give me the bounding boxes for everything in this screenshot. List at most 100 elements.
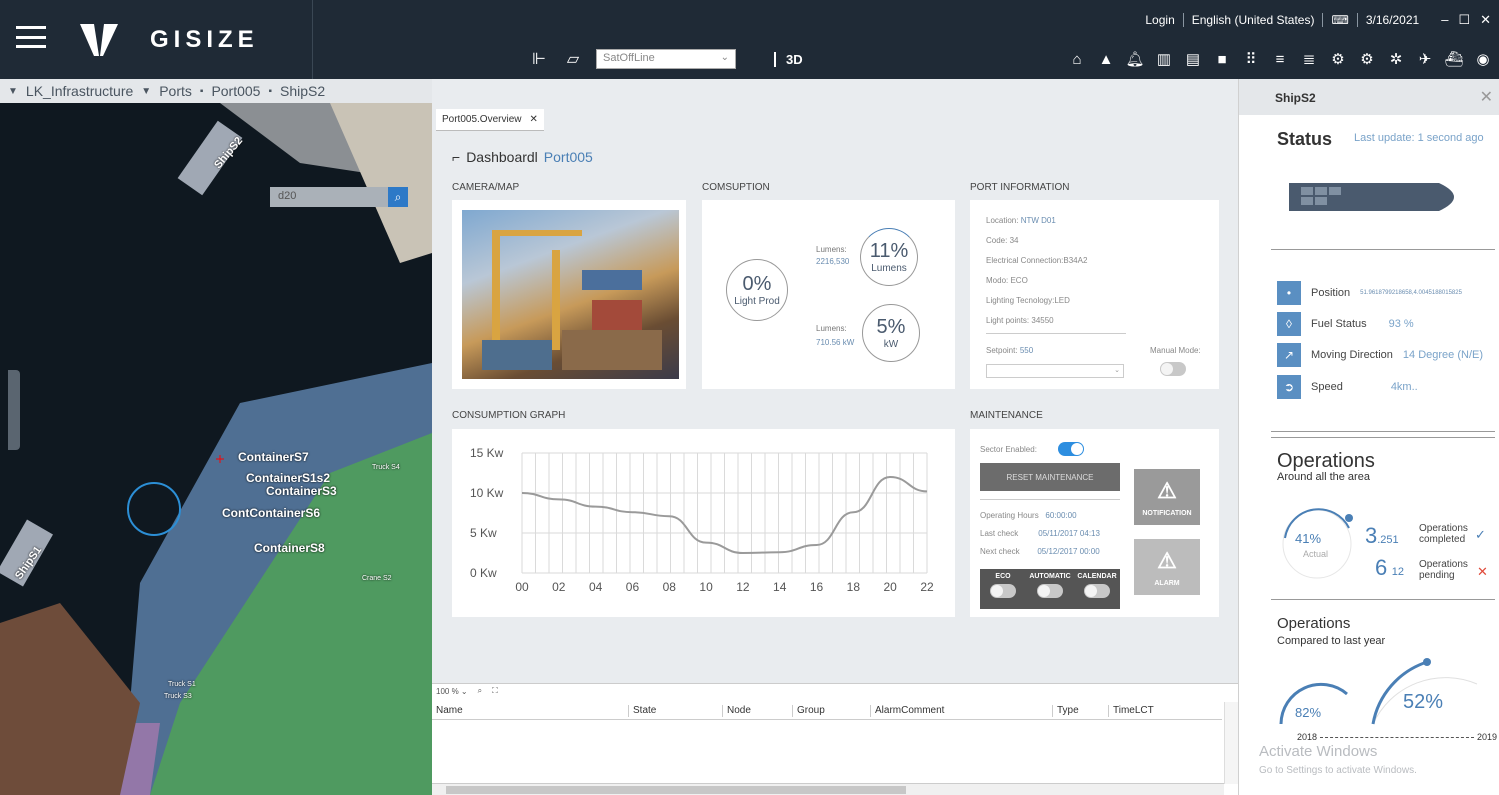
port-camera-image[interactable] — [462, 210, 679, 379]
comparison-gauges — [1279, 658, 1478, 725]
dashboard-area: Port005.Overview ✕ ⌐ Dashboardl Port005 … — [432, 103, 1238, 795]
list-icon[interactable]: ≣ — [1299, 49, 1319, 69]
setpoint-select[interactable]: ⌄ — [986, 364, 1124, 378]
lumens-gauge: 11% Lumens — [860, 228, 918, 286]
breadcrumb-item[interactable]: Port005 — [211, 83, 260, 99]
close-tab-icon[interactable]: ✕ — [529, 114, 537, 125]
app-window: GISIZE Login English (United States) ⌨ 3… — [0, 0, 1499, 795]
map-label[interactable]: ContainerS1s2 — [246, 471, 330, 485]
satellite-map[interactable]: ShipS2 ShipS1 ContainerS7 ContainerS1s2 … — [0, 103, 432, 795]
pct-2018: 82% — [1295, 705, 1322, 720]
breadcrumb: ▼ LK_Infrastructure ▼ Ports ▪ Port005 ▪ … — [0, 79, 432, 103]
section-port-info-label: PORT INFORMATION — [970, 182, 1070, 193]
ship-icon[interactable]: ⛴ — [1444, 49, 1464, 69]
breadcrumb-item[interactable]: Ports — [159, 83, 192, 99]
speed-icon: ➲ — [1277, 375, 1301, 399]
eco-toggle[interactable] — [990, 584, 1016, 598]
minimize-icon[interactable]: – — [1441, 12, 1448, 28]
ops-completed-label: Operations completed — [1419, 523, 1468, 545]
consumption-card: 0% Light Prod Lumens: 2216,530 11% Lumen… — [702, 200, 955, 389]
breadcrumb-item[interactable]: LK_Infrastructure — [26, 83, 133, 99]
column-header[interactable]: AlarmComment — [870, 705, 944, 717]
map-label[interactable]: Truck S4 — [372, 464, 400, 471]
login-link[interactable]: Login — [1145, 13, 1174, 27]
last-update-label: Last update: 1 second ago — [1354, 132, 1484, 144]
manual-mode-label: Manual Mode: — [1150, 346, 1201, 355]
map-label[interactable]: Truck S3 — [164, 693, 192, 700]
section-graph-label: CONSUMPTION GRAPH — [452, 410, 566, 421]
warning-icon[interactable]: ▲ — [1096, 49, 1116, 69]
code-row: Code: 34 — [986, 236, 1019, 245]
calendar-mode: CALENDAR — [1074, 569, 1120, 609]
column-header[interactable]: State — [628, 705, 656, 717]
gear-icon[interactable]: ✲ — [1386, 49, 1406, 69]
notification-button[interactable]: ⚠ NOTIFICATION — [1134, 469, 1200, 525]
breadcrumb-item[interactable]: ShipS2 — [280, 83, 325, 99]
map-label[interactable]: ContainerS7 — [238, 450, 309, 464]
user-icon[interactable]: ◉ — [1473, 49, 1493, 69]
reset-maintenance-button[interactable]: RESET MAINTENANCE — [980, 463, 1120, 491]
keyboard-icon[interactable]: ⌨ — [1331, 13, 1348, 27]
chevron-down-icon[interactable]: ▼ — [141, 86, 151, 97]
bell-icon[interactable]: 🔔︎ — [1125, 49, 1145, 69]
chart-line-icon: ⌐ — [452, 149, 461, 165]
warning-icon: ⚠ — [1157, 548, 1177, 573]
operating-hours-row: Operating Hours 60:00:00 — [980, 511, 1077, 520]
close-window-icon[interactable]: ✕ — [1480, 12, 1491, 28]
search-icon[interactable]: ⌕ — [388, 187, 408, 207]
x-tick-label: 06 — [626, 580, 640, 594]
map-label[interactable]: ContainerS3 — [266, 484, 337, 498]
map-label[interactable]: ContContainerS6 — [222, 506, 320, 520]
plane-icon[interactable]: ✈ — [1415, 49, 1435, 69]
maximize-icon[interactable]: ☐ — [1458, 12, 1470, 28]
chevron-down-icon[interactable]: ▼ — [8, 86, 18, 97]
section-camera-label: CAMERA/MAP — [452, 182, 520, 193]
grid-vertical-scrollbar[interactable] — [1224, 702, 1238, 784]
map-label[interactable]: Truck S1 — [168, 681, 196, 688]
manual-mode-toggle[interactable] — [1160, 362, 1186, 376]
kw-gauge: 5% kW — [862, 304, 920, 362]
grid-horizontal-scrollbar[interactable] — [432, 783, 1224, 795]
close-icon[interactable]: ✕ — [1480, 87, 1493, 107]
column-header[interactable]: Name — [432, 705, 463, 717]
camera-icon[interactable]: ■ — [1212, 49, 1232, 69]
lumens-value-1: 2216,530 — [816, 257, 850, 266]
map-label[interactable]: ContainerS8 — [254, 541, 325, 555]
map-label[interactable]: Crane S2 — [362, 575, 392, 582]
column-header[interactable]: Type — [1052, 705, 1079, 717]
view-3d-button[interactable]: 3D — [774, 51, 803, 67]
home-icon[interactable]: ⌂ — [1067, 49, 1087, 69]
zoom-icon[interactable]: ⌕ — [478, 686, 482, 696]
clipboard-icon[interactable]: ▤ — [1183, 49, 1203, 69]
electrical-row: Electrical Connection:B34A2 — [986, 256, 1088, 265]
sector-enabled-label: Sector Enabled: — [980, 445, 1037, 454]
fit-icon[interactable]: ⛶ — [492, 686, 498, 696]
grid-icon[interactable]: ⠿ — [1241, 49, 1261, 69]
zoom-select[interactable]: 100 % ⌄ — [436, 687, 468, 696]
alarm-button[interactable]: ⚠ ALARM — [1134, 539, 1200, 595]
column-header[interactable]: Group — [792, 705, 825, 717]
gear-location-icon[interactable]: ⚙ — [1357, 49, 1377, 69]
operations-heading: Operations — [1277, 450, 1375, 472]
column-header[interactable]: Node — [722, 705, 751, 717]
list-add-icon[interactable]: ≡ — [1270, 49, 1290, 69]
column-header[interactable]: TimeLCT — [1108, 705, 1154, 717]
gear-3d-icon[interactable]: ⚙ — [1328, 49, 1348, 69]
map-source-select[interactable]: SatOffLine ⌄ — [596, 49, 736, 69]
top-bar: GISIZE Login English (United States) ⌨ 3… — [0, 0, 1499, 79]
calendar-toggle[interactable] — [1084, 584, 1110, 598]
language-select[interactable]: English (United States) — [1192, 13, 1315, 27]
report-icon[interactable]: ▥ — [1154, 49, 1174, 69]
automatic-toggle[interactable] — [1037, 584, 1063, 598]
layer-icon[interactable]: ▱ — [562, 48, 584, 70]
cross-icon: ✕ — [1477, 564, 1488, 579]
tree-icon[interactable]: ⊩ — [528, 48, 550, 70]
panel-drag-handle[interactable] — [8, 370, 20, 450]
x-tick-label: 12 — [736, 580, 750, 594]
ops-pending-count: 6 12 — [1375, 555, 1404, 580]
direction-icon: ↗ — [1277, 343, 1301, 367]
menu-icon[interactable] — [16, 26, 46, 48]
sector-enabled-toggle[interactable] — [1058, 442, 1084, 456]
panel-header: ShipS2 ✕ — [1239, 79, 1499, 115]
tab-port-overview[interactable]: Port005.Overview ✕ — [436, 109, 544, 131]
